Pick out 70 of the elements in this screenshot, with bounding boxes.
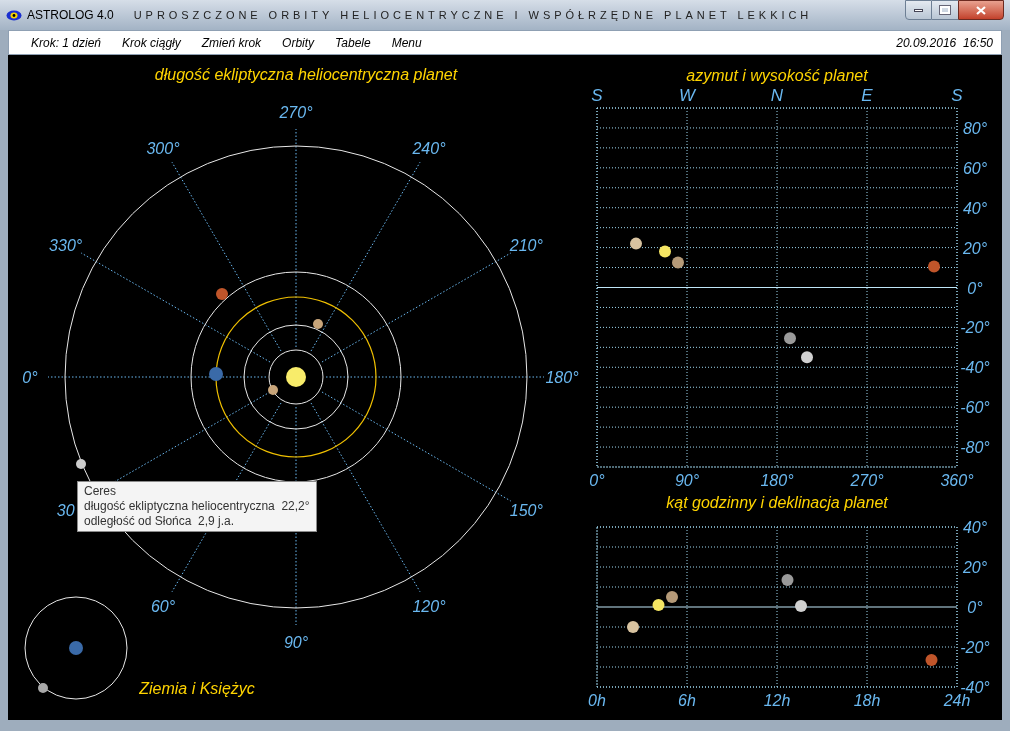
angle-label: 30 (56, 501, 75, 519)
axis-tick-label: -20° (960, 319, 990, 337)
chart-title: kąt godzinny i deklinacja planet (666, 494, 888, 511)
compass-label: W (679, 86, 695, 105)
angle-label: 60° (150, 598, 176, 616)
axis-tick-label: -20° (960, 639, 990, 656)
menu-item[interactable]: Menu (383, 33, 430, 52)
angle-label: 300° (146, 139, 180, 157)
axis-tick-label: 0° (589, 472, 605, 489)
axis-tick-label: 6h (678, 692, 696, 709)
menu-item[interactable]: Krok: 1 dzień (23, 33, 110, 52)
angle-label: 270° (279, 104, 313, 121)
axis-tick-label: 90° (674, 472, 700, 489)
compass-label: N (770, 86, 784, 105)
axis-tick-label: 18h (853, 692, 881, 709)
sun-icon (286, 367, 306, 387)
axis-tick-label: 60° (962, 159, 988, 177)
app-name: ASTROLOG 4.0 (27, 7, 114, 24)
menu-item[interactable]: Tabele (327, 33, 379, 52)
angle-label: 240° (412, 139, 446, 157)
planet-icon (313, 319, 323, 329)
axis-tick-label: 12h (763, 692, 791, 709)
axis-tick-label: 180° (760, 472, 794, 489)
angle-label: 180° (545, 369, 579, 386)
axis-tick-label: 270° (850, 472, 884, 489)
minimize-button[interactable] (905, 0, 932, 20)
planet-icon (268, 385, 278, 395)
axis-tick-label: 40° (962, 519, 988, 536)
tooltip-line: Ceres (84, 484, 117, 499)
angle-label: 330° (49, 236, 83, 254)
close-button[interactable] (958, 0, 1004, 20)
minimize-icon (914, 8, 923, 12)
eye-logo-icon (6, 9, 22, 21)
inset-title: Ziemia i Księżyc (139, 680, 255, 697)
axis-tick-label: 20° (962, 239, 988, 257)
earth-icon (209, 367, 223, 381)
moon-icon (38, 683, 48, 693)
compass-label: E (861, 86, 873, 105)
planet-icon (216, 288, 228, 300)
angle-label: 150° (509, 501, 543, 519)
chart-title: azymut i wysokość planet (686, 67, 868, 84)
compass-label: S (951, 86, 963, 105)
menu-item[interactable]: Orbity (274, 33, 323, 52)
date-time: 20.09.2016 16:50 (896, 34, 993, 52)
axis-tick-label: 0° (967, 279, 983, 297)
maximize-icon (940, 6, 950, 14)
axis-tick-label: -80° (960, 439, 990, 457)
angle-label: 0° (22, 369, 38, 386)
menu-item[interactable]: Zmień krok (193, 33, 270, 52)
axis-tick-label: 80° (962, 119, 988, 137)
axis-tick-label: 40° (962, 199, 988, 217)
tooltip-line: długość ekliptyczna heliocentryczna 22,2° (84, 499, 310, 514)
axis-tick-label: 0h (588, 692, 606, 709)
tooltip-line: odległość od Słońca 2,9 j.a. (84, 514, 236, 529)
earth-icon (69, 641, 83, 655)
angle-label: 120° (412, 598, 446, 616)
axis-tick-label: 0° (967, 599, 983, 616)
menu-item[interactable]: Krok ciągły (114, 33, 189, 52)
axis-tick-label: 20° (962, 559, 988, 576)
close-icon (976, 5, 986, 15)
axis-tick-label: -60° (960, 399, 990, 417)
angle-label: 210° (509, 236, 543, 254)
maximize-button[interactable] (932, 0, 958, 20)
compass-label: S (591, 86, 603, 105)
window-title: UPROSZCZONE ORBITY HELIOCENTRYCZNE I WSPÓŁRZĘDNE PLANET LEKKICH (133, 7, 813, 23)
axis-tick-label: 360° (940, 472, 974, 489)
axis-tick-label: -40° (960, 359, 990, 377)
planet-icon (76, 459, 86, 469)
angle-label: 90° (283, 634, 309, 651)
chart-title: długość ekliptyczna heliocentryczna planet (154, 66, 458, 83)
